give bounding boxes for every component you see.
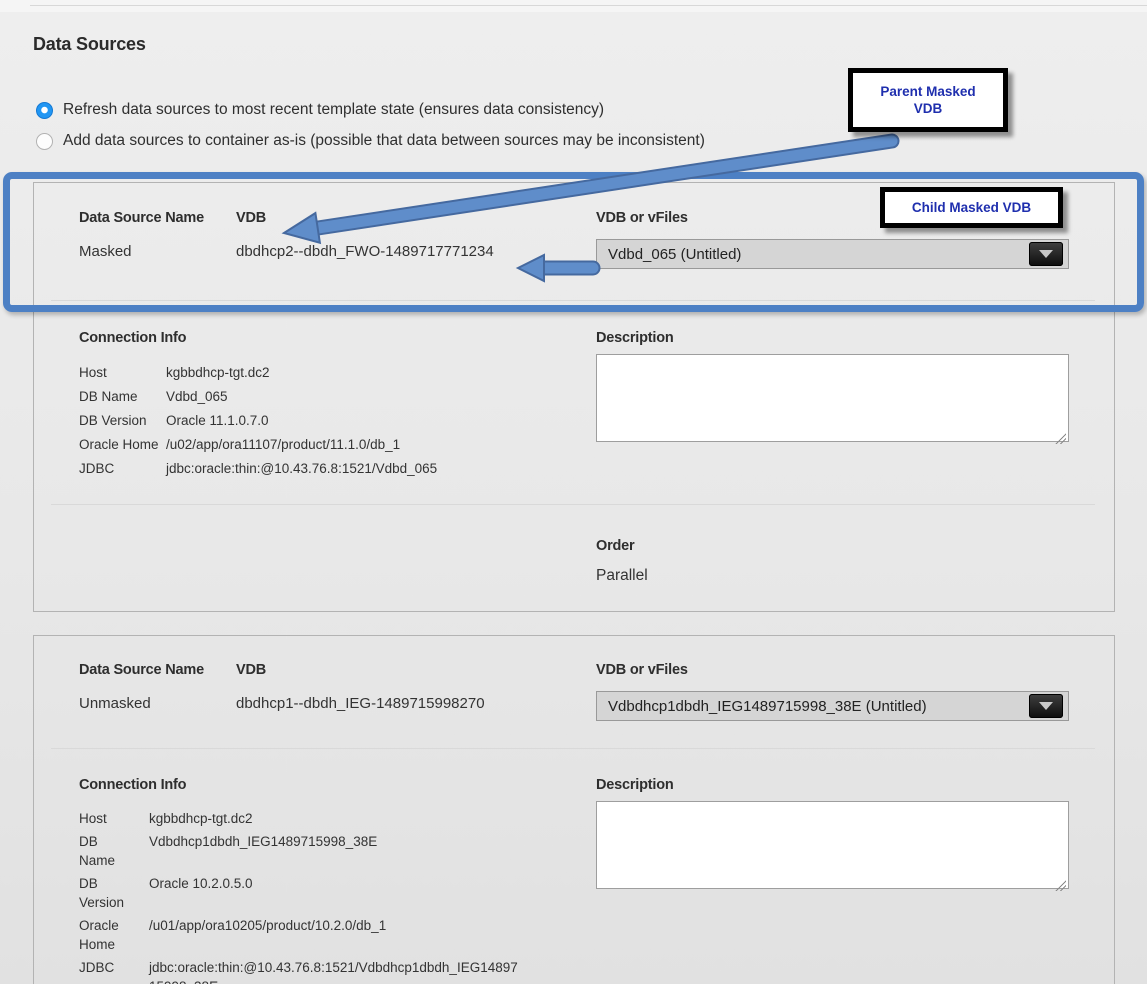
order-heading: Order (596, 538, 1069, 554)
conn-label: JDBC (79, 459, 166, 479)
order-section: Order Parallel (79, 505, 1067, 585)
data-source-panel-unmasked: Data Source Name VDB Unmasked dbdhcp1--d… (33, 635, 1115, 984)
conn-label: DB Name (79, 832, 137, 870)
chevron-down-icon (1039, 702, 1053, 710)
column-header-data-source-name: Data Source Name (79, 210, 236, 226)
radio-option-add-asis-label: Add data sources to container as-is (pos… (63, 128, 705, 154)
vdb-select-value: Vdbd_065 (Untitled) (608, 246, 741, 263)
vdb-select-value: Vdbdhcp1dbdh_IEG1489715998_38E (Untitled… (608, 698, 927, 715)
connection-info-heading: Connection Info (79, 330, 549, 346)
conn-value: kgbbdhcp-tgt.dc2 (166, 363, 270, 383)
conn-label: Host (79, 809, 137, 828)
conn-value: jdbc:oracle:thin:@10.43.76.8:1521/Vdbdhc… (149, 958, 521, 984)
radio-option-add-asis[interactable]: Add data sources to container as-is (pos… (36, 128, 705, 154)
conn-label: Host (79, 363, 166, 383)
connection-info-heading: Connection Info (79, 777, 549, 793)
description-heading: Description (596, 777, 1069, 793)
vdb-value: dbdhcp1--dbdh_IEG-1489715998270 (236, 695, 485, 712)
vdb-or-vfiles-label: VDB or vFiles (596, 662, 1069, 678)
vdb-select[interactable]: Vdbd_065 (Untitled) (596, 239, 1069, 269)
conn-label: DB Version (79, 874, 137, 912)
top-band (0, 0, 1147, 12)
radio-option-refresh[interactable]: Refresh data sources to most recent temp… (36, 97, 705, 123)
conn-value: Vdbd_065 (166, 387, 228, 407)
page-title: Data Sources (33, 34, 146, 55)
conn-value: Oracle 10.2.0.5.0 (149, 874, 253, 912)
data-source-name-value: Unmasked (79, 695, 236, 712)
conn-label: JDBC (79, 958, 137, 984)
column-header-vdb: VDB (236, 210, 266, 226)
chevron-down-icon (1039, 250, 1053, 258)
conn-label: DB Version (79, 411, 166, 431)
connection-section: Connection Info Host kgbbdhcp-tgt.dc2 DB … (79, 749, 1067, 984)
conn-value: Vdbdhcp1dbdh_IEG1489715998_38E (149, 832, 377, 870)
vdb-select[interactable]: Vdbdhcp1dbdh_IEG1489715998_38E (Untitled… (596, 691, 1069, 721)
column-header-data-source-name: Data Source Name (79, 662, 236, 678)
conn-value: /u02/app/ora11107/product/11.1.0/db_1 (166, 435, 400, 455)
data-source-name-value: Masked (79, 243, 236, 260)
conn-label: Oracle Home (79, 916, 137, 954)
conn-label: Oracle Home (79, 435, 166, 455)
vdb-value: dbdhcp2--dbdh_FWO-1489717771234 (236, 243, 494, 260)
child-masked-vdb-callout: Child Masked VDB (880, 187, 1063, 228)
conn-value: kgbbdhcp-tgt.dc2 (149, 809, 253, 828)
description-textarea[interactable] (596, 801, 1069, 889)
column-header-vdb: VDB (236, 662, 266, 678)
conn-label: DB Name (79, 387, 166, 407)
radio-selected-icon[interactable] (36, 102, 53, 119)
conn-value: /u01/app/ora10205/product/10.2.0/db_1 (149, 916, 386, 954)
connection-info-table: Hostkgbbdhcp-tgt.dc2 DB NameVdbd_065 DB … (79, 363, 549, 479)
radio-option-refresh-label: Refresh data sources to most recent temp… (63, 97, 604, 123)
refresh-options-group: Refresh data sources to most recent temp… (36, 97, 705, 159)
description-heading: Description (596, 330, 1069, 346)
radio-unselected-icon[interactable] (36, 133, 53, 150)
data-source-panel-masked: Data Source Name VDB Masked dbdhcp2--dbd… (33, 182, 1115, 612)
vdb-select-button[interactable] (1029, 242, 1063, 266)
top-divider (30, 5, 1147, 6)
description-textarea[interactable] (596, 354, 1069, 442)
connection-info-table: Host kgbbdhcp-tgt.dc2 DB Name Vdbdhcp1dbdh… (79, 809, 549, 984)
conn-value: Oracle 11.1.0.7.0 (166, 411, 269, 431)
parent-masked-vdb-callout: Parent Masked VDB (848, 68, 1008, 132)
connection-section: Connection Info Hostkgbbdhcp-tgt.dc2 DB … (79, 301, 1067, 504)
panel-header-section: Data Source Name VDB Unmasked dbdhcp1--d… (79, 636, 1067, 748)
vdb-select-button[interactable] (1029, 694, 1063, 718)
conn-value: jdbc:oracle:thin:@10.43.76.8:1521/Vdbd_0… (166, 459, 437, 479)
order-value: Parallel (596, 567, 1069, 585)
